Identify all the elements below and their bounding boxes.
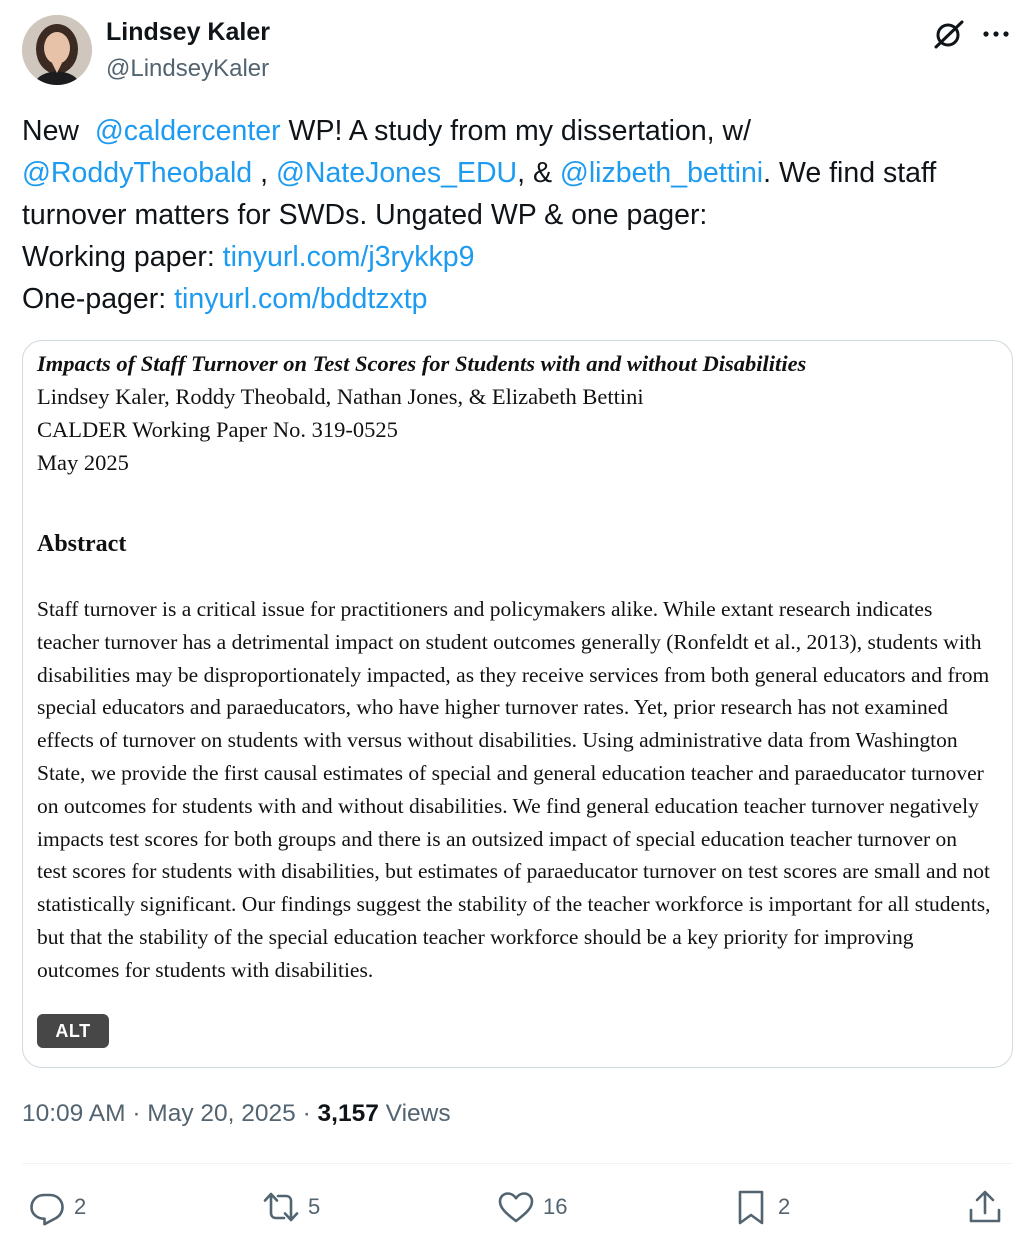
mention-caldercenter[interactable]: @caldercenter	[95, 115, 281, 147]
avatar-image	[22, 15, 92, 85]
paper-screenshot: Impacts of Staff Turnover on Test Scores…	[37, 347, 997, 982]
tweet-meta: 10:09 AM · May 20, 2025 · 3,157 Views	[22, 1100, 451, 1128]
meta-separator: ·	[295, 1100, 318, 1127]
one-pager-label: One-pager:	[22, 283, 175, 315]
more-button[interactable]	[978, 16, 1014, 52]
like-button[interactable]: 16	[497, 1185, 567, 1229]
tweet-text-separator: , &	[517, 157, 560, 189]
mention-natejones[interactable]: @NateJones_EDU	[276, 157, 517, 189]
reply-icon	[30, 1193, 64, 1226]
paper-series: CALDER Working Paper No. 319-0525	[37, 417, 398, 442]
author-handle[interactable]: @LindseyKaler	[106, 55, 269, 83]
tweet-text-segment: WP! A study from my dissertation, w/	[280, 115, 752, 147]
avatar[interactable]	[22, 15, 92, 85]
repost-icon	[263, 1192, 299, 1222]
share-icon	[969, 1190, 1001, 1223]
author-name[interactable]: Lindsey Kaler	[106, 18, 270, 47]
reply-count: 2	[74, 1194, 87, 1219]
tweet-text: New @caldercenter WP! A study from my di…	[22, 110, 1012, 320]
working-paper-link[interactable]: tinyurl.com/j3rykkp9	[223, 241, 475, 273]
grok-icon	[934, 20, 964, 49]
grok-button[interactable]	[931, 16, 967, 52]
like-icon	[498, 1192, 534, 1223]
tweet-text-separator: ,	[252, 157, 276, 189]
abstract-text: Staff turnover is a critical issue for p…	[37, 597, 991, 982]
tweet-time[interactable]: 10:09 AM	[22, 1100, 126, 1127]
paper-title: Impacts of Staff Turnover on Test Scores…	[37, 351, 807, 376]
bookmark-icon	[738, 1190, 764, 1225]
abstract-heading: Abstract	[37, 531, 127, 557]
like-count: 16	[543, 1194, 568, 1219]
views-label: Views	[378, 1100, 451, 1127]
mention-lizbeth-bettini[interactable]: @lizbeth_bettini	[560, 157, 763, 189]
tweet-date[interactable]: May 20, 2025	[147, 1100, 295, 1127]
alt-badge[interactable]: ALT	[37, 1014, 109, 1048]
share-button[interactable]	[966, 1185, 1004, 1229]
repost-button[interactable]: 5	[262, 1185, 320, 1229]
divider	[22, 1163, 1012, 1164]
repost-count: 5	[308, 1194, 321, 1219]
paper-date: May 2025	[37, 450, 129, 475]
mention-roddytheobald[interactable]: @RoddyTheobald	[22, 157, 252, 189]
more-icon	[983, 31, 1009, 37]
working-paper-label: Working paper:	[22, 241, 223, 273]
paper-authors: Lindsey Kaler, Roddy Theobald, Nathan Jo…	[37, 384, 644, 409]
media-image[interactable]: Impacts of Staff Turnover on Test Scores…	[22, 340, 1013, 1068]
one-pager-link[interactable]: tinyurl.com/bddtzxtp	[174, 283, 427, 315]
meta-separator: ·	[125, 1100, 148, 1127]
tweet-text-new: New	[22, 115, 80, 147]
views-count: 3,157	[317, 1100, 379, 1127]
bookmark-count: 2	[778, 1194, 791, 1219]
bookmark-button[interactable]: 2	[732, 1185, 790, 1229]
reply-button[interactable]: 2	[28, 1185, 86, 1229]
